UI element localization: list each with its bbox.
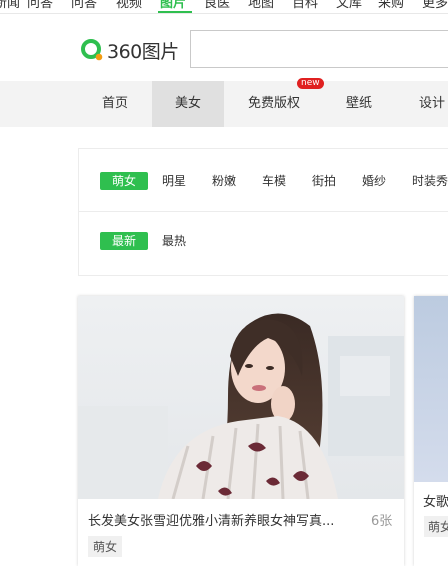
search-input[interactable] xyxy=(190,30,448,68)
photo-image xyxy=(78,296,404,499)
sort-tag-selected[interactable]: 最新 xyxy=(100,232,148,250)
category-design[interactable]: 设计 xyxy=(402,81,448,127)
filter-tag[interactable]: 粉嫩 xyxy=(212,172,236,190)
image-card[interactable]: 长发美女张雪迎优雅小清新养眼女神写真... 6张 萌女 xyxy=(78,296,404,566)
card-tag[interactable]: 萌女 xyxy=(424,516,448,537)
filter-tag[interactable]: 时装秀 xyxy=(412,172,448,190)
card-tag[interactable]: 萌女 xyxy=(88,536,123,557)
top-nav: 新闻 问答 问答 视频 图片 良医 地图 百科 文库 采购 更多 xyxy=(0,0,448,14)
top-nav-item[interactable]: 良医 xyxy=(204,0,230,11)
top-nav-item[interactable]: 问答 xyxy=(71,0,97,11)
active-indicator xyxy=(158,11,192,13)
site-logo[interactable]: 360图片 xyxy=(80,38,179,63)
category-beauty[interactable]: 美女 xyxy=(152,81,224,127)
top-nav-item[interactable]: 文库 xyxy=(336,0,362,11)
card-count: 6张 xyxy=(371,514,393,529)
top-nav-item[interactable]: 视频 xyxy=(116,0,142,11)
card-photo[interactable] xyxy=(414,296,448,482)
filter-divider xyxy=(79,211,448,212)
top-nav-item[interactable]: 百科 xyxy=(292,0,318,11)
logo-icon xyxy=(81,39,103,61)
filter-tag[interactable]: 车模 xyxy=(262,172,286,190)
filter-tag-selected[interactable]: 萌女 xyxy=(100,172,148,190)
category-bar: 首页 美女 免费版权 壁纸 设计 xyxy=(0,81,448,127)
card-title[interactable]: 女歌 xyxy=(423,491,448,510)
top-nav-item[interactable]: 问答 xyxy=(27,0,53,11)
card-photo[interactable] xyxy=(78,296,404,499)
filter-tag[interactable]: 明星 xyxy=(162,172,186,190)
filter-tag[interactable]: 婚纱 xyxy=(362,172,386,190)
card-title[interactable]: 长发美女张雪迎优雅小清新养眼女神写真... xyxy=(88,510,348,529)
new-badge: new xyxy=(297,78,324,89)
logo-text: 360图片 xyxy=(107,40,179,63)
top-nav-item[interactable]: 地图 xyxy=(248,0,274,11)
top-nav-item[interactable]: 采购 xyxy=(378,0,404,11)
sort-tag[interactable]: 最热 xyxy=(162,232,186,250)
top-nav-item[interactable]: 新闻 xyxy=(0,0,20,11)
filter-tag[interactable]: 街拍 xyxy=(312,172,336,190)
category-home[interactable]: 首页 xyxy=(82,81,148,127)
image-card[interactable]: 女歌 萌女 xyxy=(414,296,448,566)
top-nav-item[interactable]: 更多 xyxy=(422,0,448,11)
category-wallpaper[interactable]: 壁纸 xyxy=(326,81,392,127)
filter-panel: 萌女 明星 粉嫩 车模 街拍 婚纱 时装秀 最新 最热 xyxy=(78,148,448,276)
top-nav-item-images[interactable]: 图片 xyxy=(160,0,186,11)
